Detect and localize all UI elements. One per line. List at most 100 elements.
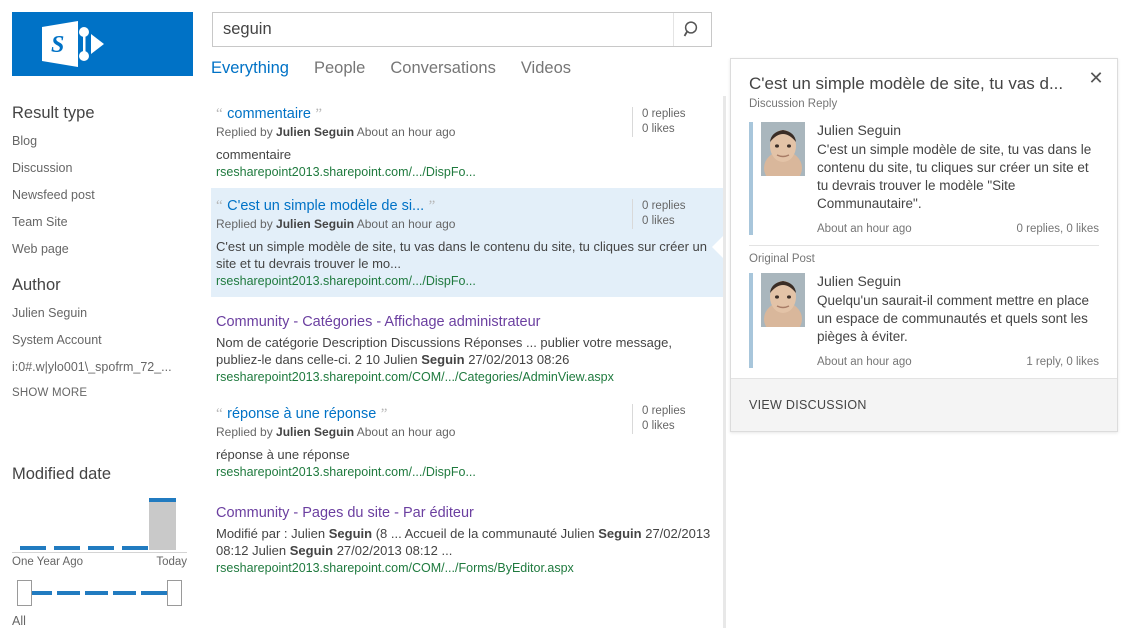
- search-result-item[interactable]: “ commentaire ” Replied by Julien Seguin…: [211, 96, 724, 188]
- post-time: About an hour ago: [817, 356, 912, 368]
- histogram-bar[interactable]: [88, 546, 114, 550]
- result-stats: 0 replies 0 likes: [632, 107, 716, 137]
- result-title[interactable]: Community - Pages du site - Par éditeur: [216, 505, 474, 521]
- sharepoint-logo[interactable]: S: [12, 12, 193, 76]
- slider-tick: [80, 590, 85, 596]
- post-footer: About an hour ago 1 reply, 0 likes: [817, 356, 1099, 368]
- slider-tick: [108, 590, 113, 596]
- result-title[interactable]: Community - Catégories - Affichage admin…: [216, 314, 541, 330]
- search-box[interactable]: [212, 12, 712, 47]
- slider-track[interactable]: [24, 591, 176, 595]
- search-button[interactable]: [673, 13, 711, 46]
- result-stats: 0 replies 0 likes: [632, 404, 716, 434]
- refiner-heading-modified-date: Modified date: [12, 465, 202, 484]
- tab-people[interactable]: People: [314, 59, 365, 78]
- preview-original-post: Julien Seguin Quelqu'un saurait-il comme…: [731, 269, 1117, 378]
- open-quote-icon: “: [216, 106, 223, 122]
- result-meta-time: About an hour ago: [354, 425, 455, 439]
- result-replies-count: 0 replies: [642, 404, 716, 419]
- preview-header: C'est un simple modèle de site, tu vas d…: [731, 59, 1117, 118]
- result-title[interactable]: commentaire: [227, 106, 311, 122]
- result-summary: Modifié par : Julien Seguin (8 ... Accue…: [216, 525, 716, 559]
- result-url[interactable]: rsesharepoint2013.sharepoint.com/.../Dis…: [216, 165, 716, 179]
- refiner-item-newsfeed-post[interactable]: Newsfeed post: [12, 188, 197, 202]
- slider-handle-left[interactable]: [17, 580, 32, 606]
- tab-everything[interactable]: Everything: [211, 59, 289, 78]
- result-meta-time: About an hour ago: [354, 125, 455, 139]
- result-likes-count: 0 likes: [642, 214, 716, 229]
- svg-text:S: S: [51, 32, 64, 58]
- result-meta-author: Julien Seguin: [276, 217, 354, 231]
- post-stats: 0 replies, 0 likes: [1017, 223, 1099, 235]
- refiner-author: Author Julien Seguin System Account i:0#…: [12, 276, 197, 399]
- tab-conversations[interactable]: Conversations: [390, 59, 495, 78]
- slider-value-label: All: [12, 614, 202, 628]
- histogram-bar[interactable]: [122, 546, 148, 550]
- search-results-list[interactable]: “ commentaire ” Replied by Julien Seguin…: [211, 96, 724, 628]
- close-icon[interactable]: ✕: [1087, 70, 1105, 88]
- slider-tick: [136, 590, 141, 596]
- date-range-slider[interactable]: [12, 578, 187, 608]
- result-title[interactable]: réponse à une réponse: [227, 406, 376, 422]
- result-url[interactable]: rsesharepoint2013.sharepoint.com/.../Dis…: [216, 465, 716, 479]
- slider-tick: [52, 590, 57, 596]
- avatar: [761, 273, 805, 327]
- refiner-item-system-account[interactable]: System Account: [12, 333, 197, 347]
- result-summary: réponse à une réponse: [216, 446, 716, 463]
- result-url[interactable]: rsesharepoint2013.sharepoint.com/COM/...…: [216, 561, 716, 575]
- search-result-item[interactable]: Community - Pages du site - Par éditeur …: [211, 488, 724, 584]
- slider-handle-right[interactable]: [167, 580, 182, 606]
- preview-reply-post: Julien Seguin C'est un simple modèle de …: [731, 118, 1117, 245]
- post-text: C'est un simple modèle de site, tu vas d…: [817, 141, 1099, 213]
- refiner-result-type: Result type Blog Discussion Newsfeed pos…: [12, 104, 197, 256]
- post-author[interactable]: Julien Seguin: [817, 122, 1099, 138]
- results-scrollbar[interactable]: [723, 96, 726, 628]
- refiner-item-team-site[interactable]: Team Site: [12, 215, 197, 229]
- preview-reply-content: Julien Seguin C'est un simple modèle de …: [817, 122, 1099, 235]
- tab-videos[interactable]: Videos: [521, 59, 571, 78]
- result-likes-count: 0 likes: [642, 122, 716, 137]
- result-title[interactable]: C'est un simple modèle de si...: [227, 198, 424, 214]
- search-input[interactable]: [223, 13, 663, 46]
- refiner-item-claims-user[interactable]: i:0#.w|ylo001\_spofrm_72_...: [12, 360, 197, 374]
- search-result-item[interactable]: “ réponse à une réponse ” Replied by Jul…: [211, 393, 724, 488]
- refiner-item-julien-seguin[interactable]: Julien Seguin: [12, 306, 197, 320]
- post-footer: About an hour ago 0 replies, 0 likes: [817, 223, 1099, 235]
- preview-original-post-label: Original Post: [731, 246, 1117, 269]
- post-stats: 1 reply, 0 likes: [1026, 356, 1099, 368]
- date-histogram[interactable]: [12, 496, 187, 553]
- histogram-label-start: One Year Ago: [12, 556, 83, 568]
- search-result-item-selected[interactable]: “ C'est un simple modèle de si... ” Repl…: [211, 188, 724, 297]
- refiner-heading-author: Author: [12, 276, 197, 295]
- avatar-photo-icon: [761, 273, 805, 327]
- post-text: Quelqu'un saurait-il comment mettre en p…: [817, 292, 1099, 346]
- refiner-item-discussion[interactable]: Discussion: [12, 161, 197, 175]
- result-summary: commentaire: [216, 146, 716, 163]
- result-url[interactable]: rsesharepoint2013.sharepoint.com/COM/...…: [216, 370, 716, 384]
- sharepoint-logo-icon: S: [38, 21, 110, 67]
- histogram-bar[interactable]: [54, 546, 80, 550]
- post-accent-bar: [749, 122, 753, 235]
- result-summary: Nom de catégorie Description Discussions…: [216, 334, 716, 368]
- histogram-bar[interactable]: [149, 498, 176, 550]
- refiner-show-more[interactable]: SHOW MORE: [12, 387, 197, 399]
- search-scope-tabs: Everything People Conversations Videos: [211, 55, 596, 81]
- search-result-item[interactable]: Community - Catégories - Affichage admin…: [211, 297, 724, 393]
- result-summary: C'est un simple modèle de site, tu vas d…: [216, 238, 716, 272]
- close-quote-icon: ”: [429, 198, 436, 214]
- result-meta-prefix: Replied by: [216, 217, 276, 231]
- result-meta-time: About an hour ago: [354, 217, 455, 231]
- view-discussion-button[interactable]: VIEW DISCUSSION: [749, 398, 867, 412]
- result-url[interactable]: rsesharepoint2013.sharepoint.com/.../Dis…: [216, 274, 716, 288]
- refinement-panel: Result type Blog Discussion Newsfeed pos…: [12, 104, 197, 419]
- histogram-bar[interactable]: [20, 546, 46, 550]
- refiner-item-web-page[interactable]: Web page: [12, 242, 197, 256]
- close-quote-icon: ”: [315, 106, 322, 122]
- refiner-item-blog[interactable]: Blog: [12, 134, 197, 148]
- open-quote-icon: “: [216, 198, 223, 214]
- post-author[interactable]: Julien Seguin: [817, 273, 1099, 289]
- search-icon: [683, 20, 702, 39]
- avatar-photo-icon: [761, 122, 805, 176]
- result-meta-prefix: Replied by: [216, 425, 276, 439]
- avatar: [761, 122, 805, 176]
